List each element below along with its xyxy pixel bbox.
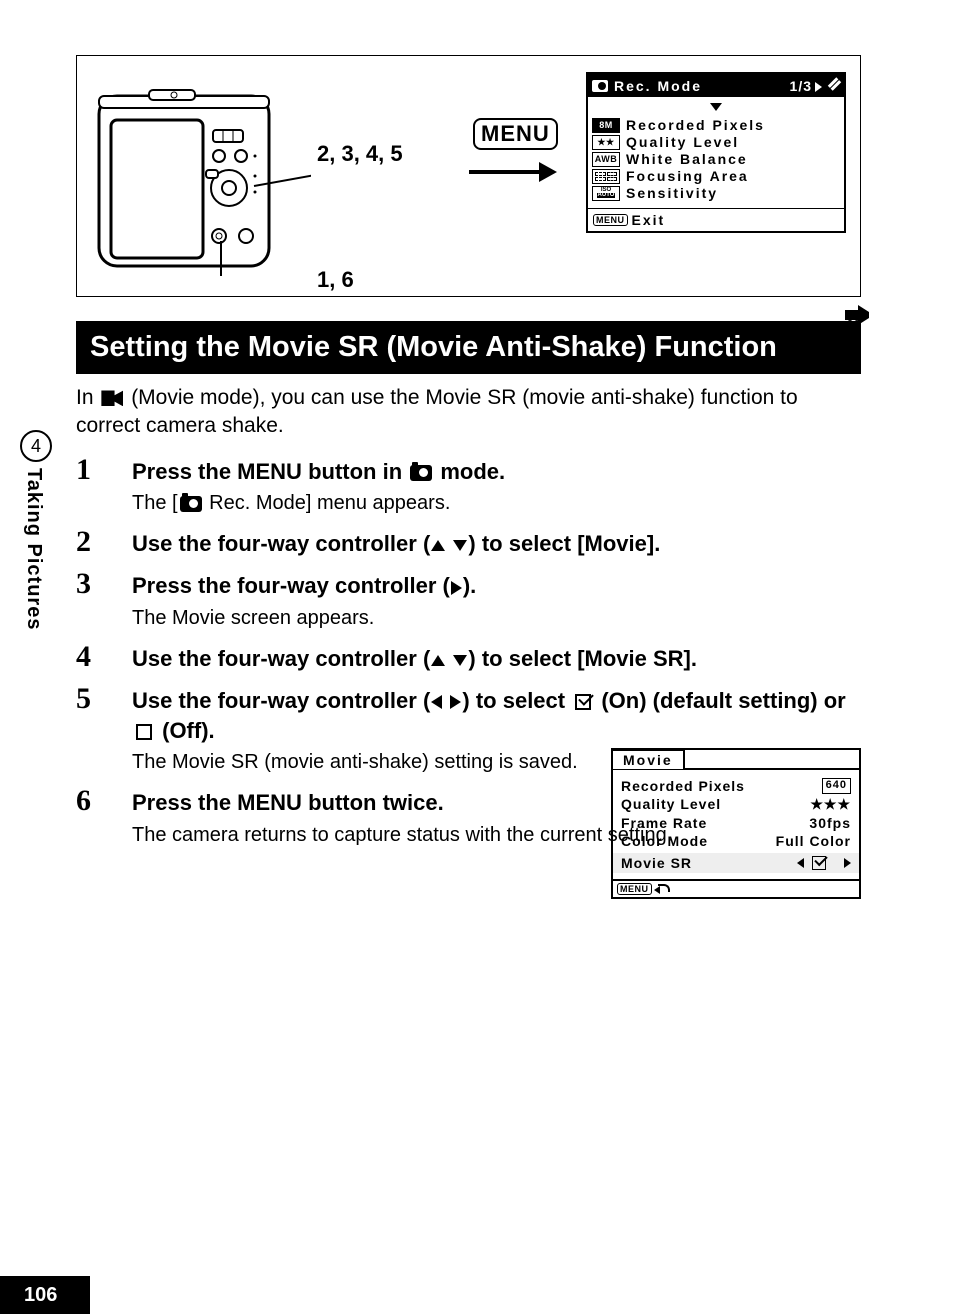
step-number: 4 xyxy=(76,640,132,674)
triangle-down-icon xyxy=(453,540,467,551)
rec-mode-menu-header: Rec. Mode 1/3 xyxy=(588,74,844,97)
movie-menu-label: Recorded Pixels xyxy=(621,778,745,794)
return-arrow-icon xyxy=(656,884,670,894)
label-steps-upper: 2, 3, 4, 5 xyxy=(317,141,403,167)
movie-menu-row: Recorded Pixels 640 xyxy=(621,778,851,794)
menu-item-label: Recorded Pixels xyxy=(626,117,765,133)
intro-text: In (Movie mode), you can use the Movie S… xyxy=(76,384,836,441)
side-tab: 4 Taking Pictures xyxy=(22,430,52,630)
chapter-title: Taking Pictures xyxy=(22,468,45,630)
step-number: 2 xyxy=(76,525,132,559)
camera-icon xyxy=(180,496,202,512)
movie-menu-label: Quality Level xyxy=(621,796,721,813)
badge-awb-icon: AWB xyxy=(592,152,620,167)
chevron-down-icon xyxy=(710,103,722,111)
movie-menu-footer: MENU xyxy=(613,879,859,897)
step-description: The [ Rec. Mode] menu appears. xyxy=(132,490,861,517)
section-heading: Setting the Movie SR (Movie Anti-Shake) … xyxy=(76,321,861,374)
movie-menu-title: Movie xyxy=(611,749,685,769)
triangle-right-icon xyxy=(450,695,461,709)
page: 2, 3, 4, 5 1, 6 MENU Rec. Mode 1/3 8M Re… xyxy=(76,55,861,857)
movie-menu-value: ★★★ xyxy=(810,796,851,813)
movie-icon xyxy=(101,390,123,406)
step-title: Use the four-way controller ( ) to selec… xyxy=(132,686,861,745)
menu-item-label: Focusing Area xyxy=(626,168,749,184)
step-title: Use the four-way controller ( ) to selec… xyxy=(132,529,861,559)
triangle-down-icon xyxy=(453,655,467,666)
chapter-number: 4 xyxy=(20,430,52,462)
movie-menu-row: Frame Rate 30fps xyxy=(621,815,851,831)
menu-item-label: White Balance xyxy=(626,151,748,167)
rec-mode-footer: MENU Exit xyxy=(588,208,844,231)
rec-mode-title: Rec. Mode xyxy=(614,78,702,94)
menu-button-label: MENU xyxy=(473,118,558,150)
menu-item-label: Sensitivity xyxy=(626,185,718,201)
badge-stars-icon: ★★ xyxy=(592,135,620,150)
badge-iso-icon: ISOAUTO xyxy=(592,186,620,201)
triangle-right-icon xyxy=(451,581,462,595)
triangle-up-icon xyxy=(431,655,445,666)
step-number: 6 xyxy=(76,784,132,849)
step-4: 4 Use the four-way controller ( ) to sel… xyxy=(76,640,861,674)
triangle-up-icon xyxy=(431,540,445,551)
checkbox-empty-icon xyxy=(136,724,152,740)
movie-menu-value: Full Color xyxy=(776,833,851,849)
step-title: Press the four-way controller (). xyxy=(132,571,861,601)
camera-icon xyxy=(410,465,432,481)
checkbox-checked-icon xyxy=(575,694,591,710)
movie-sr-row: Movie SR xyxy=(613,853,859,873)
diagram-box: 2, 3, 4, 5 1, 6 MENU Rec. Mode 1/3 8M Re… xyxy=(76,55,861,297)
setup-icon xyxy=(826,75,844,93)
movie-menu-label: Color Mode xyxy=(621,833,708,849)
label-steps-lower: 1, 6 xyxy=(317,267,354,293)
menu-item: AWB White Balance xyxy=(592,151,840,167)
menu-item: ISOAUTO Sensitivity xyxy=(592,185,840,201)
triangle-left-icon xyxy=(431,695,442,709)
movie-menu-row: Color Mode Full Color xyxy=(621,833,851,849)
movie-mode-tab-icon xyxy=(844,304,870,326)
movie-menu-row: Quality Level ★★★ xyxy=(621,796,851,813)
step-2: 2 Use the four-way controller ( ) to sel… xyxy=(76,525,861,559)
movie-sr-label: Movie SR xyxy=(621,855,692,871)
menu-item: ★★ Quality Level xyxy=(592,134,840,150)
diagram-step-labels: 2, 3, 4, 5 1, 6 xyxy=(317,141,403,293)
badge-8m-icon: 8M xyxy=(592,118,620,133)
step-number: 5 xyxy=(76,682,132,776)
menu-button-label: MENU xyxy=(617,883,652,895)
menu-item: 8M Recorded Pixels xyxy=(592,117,840,133)
movie-menu: Movie Recorded Pixels 640 Quality Level … xyxy=(611,748,861,899)
step-1: 1 Press the MENU button in mode. The [ R… xyxy=(76,453,861,518)
page-indicator: 1/3 xyxy=(790,77,840,94)
rec-mode-menu: Rec. Mode 1/3 8M Recorded Pixels ★★ Qual… xyxy=(586,72,846,233)
triangle-left-icon xyxy=(797,858,804,868)
movie-menu-value: 640 xyxy=(822,778,851,794)
checkbox-checked-icon xyxy=(812,856,826,870)
movie-menu-value: 30fps xyxy=(809,815,851,831)
menu-item: Focusing Area xyxy=(592,168,840,184)
step-title: Press the MENU button in mode. xyxy=(132,457,861,487)
arrow-icon xyxy=(467,160,557,184)
menu-button-label: MENU xyxy=(593,214,628,226)
camera-illustration xyxy=(91,76,311,276)
step-number: 1 xyxy=(76,453,132,518)
chevron-right-icon xyxy=(815,82,822,92)
step-number: 3 xyxy=(76,567,132,632)
menu-item-label: Quality Level xyxy=(626,134,739,150)
triangle-right-icon xyxy=(844,858,851,868)
camera-icon xyxy=(592,80,608,92)
movie-menu-label: Frame Rate xyxy=(621,815,707,831)
rec-mode-items: 8M Recorded Pixels ★★ Quality Level AWB … xyxy=(588,114,844,208)
step-3: 3 Press the four-way controller (). The … xyxy=(76,567,861,632)
footer-exit-label: Exit xyxy=(632,212,666,228)
step-description: The Movie screen appears. xyxy=(132,605,861,632)
page-number: 106 xyxy=(0,1276,90,1314)
step-title: Use the four-way controller ( ) to selec… xyxy=(132,644,861,674)
badge-focus-icon xyxy=(592,169,620,184)
